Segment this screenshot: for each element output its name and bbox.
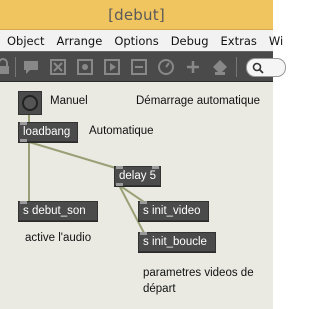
menu-object[interactable]: Object (0, 34, 49, 48)
comment-icon[interactable] (22, 58, 40, 76)
object-label: delay 5 (119, 170, 157, 182)
window-title: [debut] (108, 5, 165, 24)
object-label: s debut_son (23, 205, 86, 217)
toolbar (0, 51, 286, 82)
search-icon (252, 62, 264, 74)
paint-bucket-icon[interactable] (211, 58, 229, 76)
inlet[interactable] (140, 232, 147, 235)
menu-debug[interactable]: Debug (164, 34, 214, 48)
search-input[interactable] (246, 58, 286, 77)
inlet[interactable] (140, 201, 147, 204)
loadbang-object[interactable]: loadbang (18, 122, 78, 142)
send-init-video-object[interactable]: s init_video (138, 201, 209, 221)
lock-icon[interactable] (0, 58, 12, 76)
patch-cord[interactable] (28, 141, 120, 170)
toolbar-separator (15, 57, 16, 77)
outlet[interactable] (20, 139, 27, 142)
menu-options[interactable]: Options (107, 34, 163, 48)
inlet[interactable] (20, 201, 27, 204)
comment-parametres: parametres videos de départ (143, 267, 254, 295)
clock-icon[interactable] (157, 58, 175, 76)
add-icon[interactable] (184, 58, 202, 76)
delay-object[interactable]: delay 5 (114, 166, 161, 186)
window-title-bar: [debut] (0, 0, 273, 30)
minimize-icon[interactable] (130, 58, 148, 76)
outlet[interactable] (116, 183, 123, 186)
comment-demarrage: Démarrage automatique (136, 95, 261, 107)
object-label: s init_boucle (143, 236, 207, 248)
object-label: s init_video (143, 205, 201, 217)
send-debut-son-object[interactable]: s debut_son (18, 201, 98, 221)
comment-automatique: Automatique (89, 125, 154, 137)
comment-active-audio: active l'audio (25, 232, 92, 244)
inlet[interactable] (20, 122, 27, 125)
inlet[interactable] (152, 166, 159, 169)
object-icon[interactable] (76, 58, 94, 76)
bang-button[interactable] (18, 91, 42, 115)
presentation-icon[interactable] (103, 58, 121, 76)
close-box-icon[interactable] (49, 58, 67, 76)
menu-arrange[interactable]: Arrange (49, 34, 107, 48)
inlet[interactable] (116, 166, 123, 169)
object-label: loadbang (23, 126, 71, 138)
menu-window[interactable]: Wi (262, 34, 288, 48)
bang-icon (22, 95, 38, 111)
patcher-canvas[interactable]: Manuel Démarrage automatique loadbang Au… (0, 82, 273, 309)
menu-extras[interactable]: Extras (214, 34, 262, 48)
toolbar-separator (236, 57, 237, 77)
send-init-boucle-object[interactable]: s init_boucle (138, 232, 216, 252)
menu-bar: Object Arrange Options Debug Extras Wi (0, 30, 283, 51)
comment-manuel: Manuel (50, 95, 88, 107)
